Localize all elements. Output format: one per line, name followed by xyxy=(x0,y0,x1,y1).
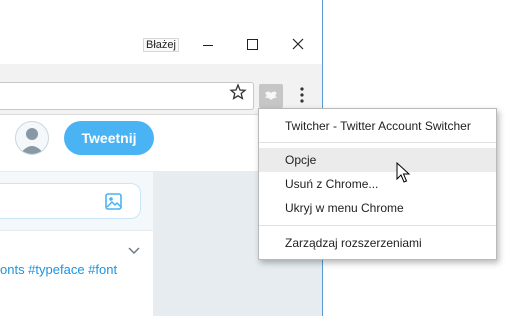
menu-item-options[interactable]: Opcje xyxy=(259,148,496,172)
menu-separator xyxy=(259,225,496,226)
close-button[interactable] xyxy=(288,36,308,54)
menu-item-hide[interactable]: Ukryj w menu Chrome xyxy=(259,196,496,220)
mouse-cursor-icon xyxy=(396,162,411,183)
menu-item-remove[interactable]: Usuń z Chrome... xyxy=(259,172,496,196)
tweet-hashtags[interactable]: onts #typeface #font xyxy=(0,262,117,277)
menu-item-extension-name[interactable]: Twitcher - Twitter Account Switcher xyxy=(259,114,496,138)
bookmark-star-icon[interactable] xyxy=(229,83,247,101)
menu-separator xyxy=(259,142,496,143)
address-bar[interactable] xyxy=(0,82,254,110)
tweet-button[interactable]: Tweetnij xyxy=(64,121,154,155)
minimize-button[interactable] xyxy=(198,36,218,54)
twitcher-extension-icon xyxy=(265,91,277,100)
profile-name[interactable]: Błażej xyxy=(143,38,179,52)
default-avatar-icon xyxy=(20,128,44,154)
avatar[interactable] xyxy=(15,121,49,155)
chevron-down-icon[interactable] xyxy=(127,246,141,256)
maximize-button[interactable] xyxy=(243,36,263,54)
image-icon[interactable] xyxy=(104,192,124,212)
close-icon xyxy=(292,38,304,50)
menu-item-manage-extensions[interactable]: Zarządzaj rozszerzeniami xyxy=(259,231,496,255)
extension-context-menu: Twitcher - Twitter Account Switcher Opcj… xyxy=(258,108,497,260)
chrome-menu-icon[interactable] xyxy=(297,85,307,105)
title-bar xyxy=(0,0,322,64)
twitcher-extension-button[interactable] xyxy=(259,84,283,108)
tab-strip xyxy=(0,64,322,78)
